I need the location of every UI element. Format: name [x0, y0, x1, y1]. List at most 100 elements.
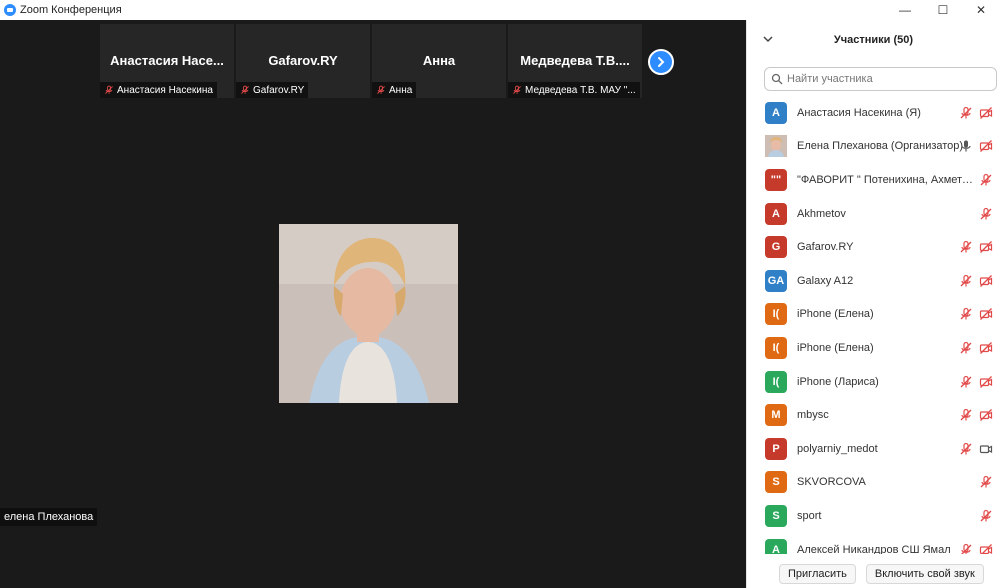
participant-row[interactable]: I( iPhone (Лариса) [747, 365, 1000, 399]
avatar: A [765, 202, 787, 225]
avatar: "" [765, 168, 787, 191]
thumbnail-display-name: Медведева Т.В.... [520, 53, 630, 68]
participant-status-icons [979, 173, 993, 187]
mic-muted-icon [980, 476, 992, 488]
mic-muted-icon [980, 207, 992, 220]
avatar: P [765, 437, 787, 460]
avatar-initials: G [771, 241, 781, 254]
search-input[interactable] [787, 73, 987, 85]
participant-status-icons [959, 274, 993, 288]
mic-muted-icon [980, 509, 992, 522]
participant-status-icons [959, 139, 993, 153]
participant-status-icons [959, 408, 993, 422]
participant-status-icons [979, 509, 993, 523]
participant-name: Елена Плеханова (Организатор) [797, 140, 964, 153]
participant-name: "ФАВОРИТ " Потенихина, Ахметов, ... [797, 173, 973, 186]
mic-muted-icon [980, 173, 992, 186]
participant-status-icons [959, 341, 993, 355]
mic-muted-icon [105, 85, 113, 94]
thumbnail-strip: Анастасия Насе... Анастасия Насекина Gaf… [100, 24, 642, 98]
participant-row[interactable]: А Анастасия Насекина (Я) [747, 96, 1000, 130]
chevron-right-icon [658, 57, 665, 67]
avatar-initials: P [772, 442, 780, 455]
video-thumbnail[interactable]: Gafarov.RY Gafarov.RY [236, 24, 370, 98]
participant-name: Galaxy A12 [797, 274, 854, 287]
participant-status-icons [959, 106, 993, 120]
avatar-initials: M [771, 409, 781, 422]
video-off-icon [979, 241, 993, 254]
avatar-initials: А [772, 543, 780, 554]
participant-status-icons [959, 240, 993, 254]
participants-panel: Участники (50) А Анастасия Насекина (Я) … [746, 20, 1000, 588]
video-off-icon [979, 543, 993, 554]
mic-muted-icon [960, 308, 972, 320]
participant-row[interactable]: А Алексей Никандров СШ Ямал [747, 533, 1000, 554]
video-thumbnail[interactable]: Медведева Т.В.... Медведева Т.В. МАУ "..… [508, 24, 642, 98]
video-thumbnail[interactable]: Анастасия Насе... Анастасия Насекина [100, 24, 234, 98]
avatar: А [765, 101, 787, 124]
avatar: I( [765, 336, 787, 359]
mic-muted-icon [241, 85, 249, 94]
participant-row[interactable]: I( iPhone (Елена) [747, 331, 1000, 365]
avatar-initials: I( [772, 308, 780, 321]
video-thumbnail[interactable]: Анна Анна [372, 24, 506, 98]
participant-name: Gafarov.RY [797, 241, 854, 254]
thumbnail-label: Анна [372, 82, 417, 98]
participant-name: iPhone (Елена) [797, 308, 874, 321]
participant-list: А Анастасия Насекина (Я) Елена Плеханова… [747, 96, 1000, 554]
invite-button[interactable]: Пригласить [779, 564, 856, 584]
mic-muted-icon [377, 85, 385, 94]
avatar: GA [765, 269, 787, 292]
mic-muted-icon [960, 106, 972, 119]
thumbnail-label-text: Gafarov.RY [253, 84, 305, 96]
thumbnail-label-text: Анастасия Насекина [117, 84, 213, 96]
participant-row[interactable]: S SKVORCOVA [747, 466, 1000, 500]
participant-row[interactable]: GA Galaxy A12 [747, 264, 1000, 298]
participant-row[interactable]: G Gafarov.RY [747, 230, 1000, 264]
participant-row[interactable]: S sport [747, 499, 1000, 533]
participant-status-icons [979, 207, 993, 221]
mic-muted-icon [960, 341, 972, 354]
participant-row[interactable]: M mbysc [747, 398, 1000, 432]
participant-name: Akhmetov [797, 207, 846, 220]
video-off-icon [979, 274, 993, 287]
avatar-initials: S [772, 509, 780, 522]
close-button[interactable]: ✕ [962, 0, 1000, 20]
participant-name: sport [797, 509, 822, 522]
participant-name: polyarniy_medot [797, 442, 878, 455]
video-off-icon [979, 409, 993, 422]
mic-muted-icon [960, 274, 972, 287]
avatar: I( [765, 370, 787, 393]
avatar-initials: "" [770, 173, 782, 186]
video-icon [979, 445, 993, 453]
participant-search [764, 67, 997, 91]
window-controls: — ☐ ✕ [886, 0, 1000, 20]
avatar: А [765, 538, 787, 554]
thumbnail-display-name: Gafarov.RY [268, 53, 338, 68]
mic-muted-icon [513, 85, 521, 94]
thumbnail-label-text: Анна [389, 84, 413, 96]
avatar-initials: А [772, 106, 780, 119]
participant-row[interactable]: "" "ФАВОРИТ " Потенихина, Ахметов, ... [747, 163, 1000, 197]
participant-row[interactable]: Елена Плеханова (Организатор) [747, 130, 1000, 164]
panel-title: Участники (50) [833, 34, 914, 46]
chevron-down-icon[interactable] [761, 32, 775, 46]
avatar-photo-icon [765, 135, 787, 158]
participant-name: iPhone (Елена) [797, 341, 874, 354]
participant-status-icons [959, 442, 993, 456]
participant-row[interactable]: I( iPhone (Елена) [747, 298, 1000, 332]
avatar-initials: S [772, 476, 780, 489]
participant-row[interactable]: A Akhmetov [747, 197, 1000, 231]
avatar: S [765, 504, 787, 527]
title-bar: Zoom Конференция — ☐ ✕ [0, 0, 1000, 20]
panel-footer: Пригласить Включить свой звук [747, 564, 1000, 588]
minimize-button[interactable]: — [886, 0, 924, 20]
participant-row[interactable]: P polyarniy_medot [747, 432, 1000, 466]
mic-icon [961, 140, 971, 152]
maximize-button[interactable]: ☐ [924, 0, 962, 20]
unmute-button[interactable]: Включить свой звук [865, 564, 984, 584]
next-page-button[interactable] [648, 49, 674, 75]
participant-name: Алексей Никандров СШ Ямал [797, 543, 951, 554]
mic-muted-icon [960, 409, 972, 421]
avatar: M [765, 404, 787, 427]
